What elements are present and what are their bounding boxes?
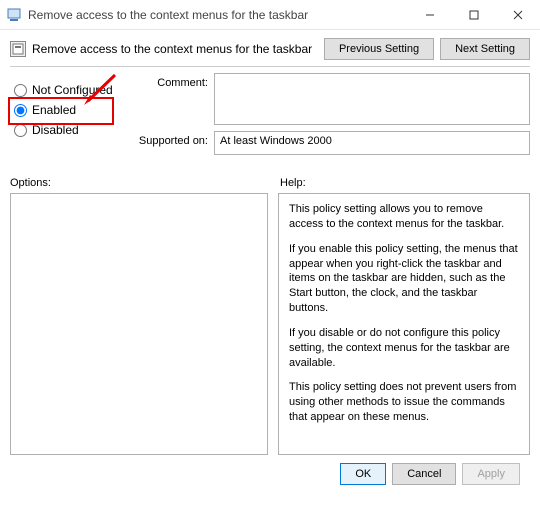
help-paragraph: If you disable or do not configure this … xyxy=(289,326,519,371)
help-pane: This policy setting allows you to remove… xyxy=(278,193,530,455)
comment-label: Comment: xyxy=(130,73,208,89)
radio-disabled-label: Disabled xyxy=(32,123,79,137)
policy-title: Remove access to the context menus for t… xyxy=(32,42,312,56)
close-button[interactable] xyxy=(496,0,540,29)
radio-enabled-input[interactable] xyxy=(14,104,27,117)
radio-enabled-label: Enabled xyxy=(32,103,76,117)
help-paragraph: This policy setting does not prevent use… xyxy=(289,380,519,425)
policy-icon xyxy=(10,41,26,57)
options-pane xyxy=(10,193,268,455)
radio-not-configured-label: Not Configured xyxy=(32,83,113,97)
cancel-button[interactable]: Cancel xyxy=(392,463,456,485)
ok-button[interactable]: OK xyxy=(340,463,386,485)
app-icon xyxy=(6,7,22,23)
radio-disabled[interactable]: Disabled xyxy=(14,123,120,137)
help-paragraph: This policy setting allows you to remove… xyxy=(289,202,519,232)
comment-input[interactable] xyxy=(214,73,530,125)
previous-setting-button[interactable]: Previous Setting xyxy=(324,38,434,60)
maximize-button[interactable] xyxy=(452,0,496,29)
minimize-button[interactable] xyxy=(408,0,452,29)
help-label: Help: xyxy=(280,177,306,189)
radio-not-configured[interactable]: Not Configured xyxy=(14,83,120,97)
radio-disabled-input[interactable] xyxy=(14,124,27,137)
options-label: Options: xyxy=(10,177,280,189)
radio-not-configured-input[interactable] xyxy=(14,84,27,97)
help-paragraph: If you enable this policy setting, the m… xyxy=(289,242,519,316)
supported-on-label: Supported on: xyxy=(130,131,208,147)
radio-enabled[interactable]: Enabled xyxy=(14,103,120,117)
next-setting-button[interactable]: Next Setting xyxy=(440,38,530,60)
apply-button[interactable]: Apply xyxy=(462,463,520,485)
window-title: Remove access to the context menus for t… xyxy=(28,8,408,22)
supported-on-value: At least Windows 2000 xyxy=(214,131,530,155)
